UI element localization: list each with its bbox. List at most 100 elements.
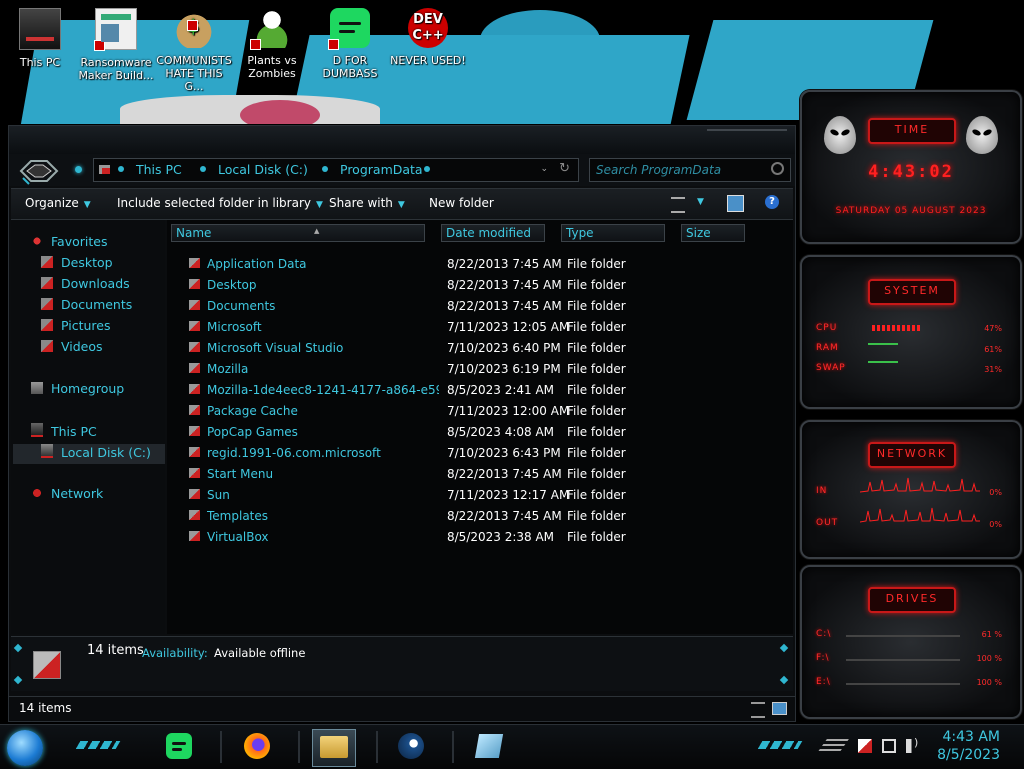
sidebar-item-pictures[interactable]: Pictures — [41, 318, 111, 333]
sidebar-item-label: Desktop — [61, 255, 113, 270]
table-row[interactable]: Mozilla-1de4eec8-1241-4177-a864-e594e8d.… — [167, 379, 727, 400]
table-row[interactable]: Microsoft 7/11/2023 12:05 AM File folder — [167, 316, 727, 337]
gadget-clock: 4:43:02 — [868, 162, 954, 182]
table-row[interactable]: Application Data 8/22/2013 7:45 AM File fo… — [167, 253, 727, 274]
file-type: File folder — [567, 488, 626, 502]
folder-icon — [189, 279, 200, 289]
search-icon[interactable] — [771, 162, 784, 175]
taskbar-app-file-explorer[interactable] — [312, 729, 356, 767]
taskbar-separator — [376, 731, 378, 763]
column-header-name[interactable]: Name ▲ — [171, 224, 425, 242]
file-name: Desktop — [207, 278, 257, 292]
table-row[interactable]: VirtualBox 8/5/2023 2:38 AM File folder — [167, 526, 727, 547]
table-row[interactable]: Desktop 8/22/2013 7:45 AM File folder — [167, 274, 727, 295]
breadcrumb-this-pc[interactable]: This PC — [136, 162, 182, 177]
taskbar-clock-time[interactable]: 4:43 AM — [942, 729, 1000, 745]
table-row[interactable]: Package Cache 7/11/2023 12:00 AM File fold… — [167, 400, 727, 421]
desktop-icon-communists-game[interactable]: $ COMMUNISTS HATE THIS G... — [156, 8, 232, 93]
include-in-library-button[interactable]: Include selected folder in library ▼ — [117, 196, 323, 210]
sidebar-item-network[interactable]: Network — [31, 486, 103, 501]
file-type: File folder — [567, 341, 626, 355]
sidebar-item-this-pc[interactable]: This PC — [31, 423, 97, 439]
column-header-size[interactable]: Size — [681, 224, 745, 242]
table-row[interactable]: Documents 8/22/2013 7:45 AM File folder — [167, 295, 727, 316]
view-options-icon[interactable] — [671, 197, 685, 213]
sidebar-item-label: Documents — [61, 297, 133, 312]
drive-f-bar — [846, 659, 960, 661]
sidebar-item-desktop[interactable]: Desktop — [41, 255, 113, 270]
breadcrumb-programdata[interactable]: ProgramData — [340, 162, 423, 177]
network-in-label: IN — [816, 486, 828, 496]
plant-icon — [250, 8, 292, 50]
desktop-icon-never-used[interactable]: DEV C++ NEVER USED! — [390, 8, 466, 67]
sidebar-item-local-disk[interactable]: Local Disk (C:) — [41, 444, 151, 460]
shortcut-arrow-icon — [328, 39, 339, 50]
desktop-icon-plants-vs-zombies[interactable]: Plants vs Zombies — [234, 8, 310, 80]
table-row[interactable]: Microsoft Visual Studio 7/10/2023 6:40 PM… — [167, 337, 727, 358]
desktop-icon-d-for-dumbass[interactable]: D FOR DUMBASS — [312, 8, 388, 80]
chevron-down-icon[interactable]: ▼ — [697, 197, 704, 207]
drive-f-label: F:\ — [816, 653, 830, 663]
time-gadget[interactable]: TIME 4:43:02 SATURDAY 05 AUGUST 2023 — [800, 90, 1022, 244]
taskbar-app-steam[interactable] — [390, 729, 432, 765]
sidebar-item-downloads[interactable]: Downloads — [41, 276, 130, 291]
help-icon[interactable]: ? — [765, 195, 779, 209]
sidebar-item-videos[interactable]: Videos — [41, 339, 103, 354]
table-row[interactable]: Templates 8/22/2013 7:45 AM File folder — [167, 505, 727, 526]
breadcrumb-separator[interactable] — [200, 166, 206, 172]
breadcrumb-separator[interactable] — [322, 166, 328, 172]
sidebar-item-homegroup[interactable]: Homegroup — [31, 381, 124, 396]
taskbar-app-notepad[interactable] — [468, 729, 510, 765]
table-row[interactable]: PopCap Games 8/5/2023 4:08 AM File folder — [167, 421, 727, 442]
gadget-title: SYSTEM — [868, 279, 956, 305]
action-center-flag-icon[interactable] — [858, 739, 872, 753]
gadget-title: TIME — [868, 118, 956, 144]
large-icons-view-icon[interactable] — [772, 702, 787, 715]
file-date: 7/11/2023 12:00 AM — [447, 404, 570, 418]
window-titlebar[interactable] — [9, 126, 795, 154]
share-with-button[interactable]: Share with ▼ — [329, 196, 405, 210]
sidebar-item-documents[interactable]: Documents — [41, 297, 132, 312]
desktop-icon-this-pc[interactable]: This PC — [2, 8, 78, 69]
chevron-down-icon[interactable]: ⌄ — [540, 164, 548, 174]
table-row[interactable]: Mozilla 7/10/2023 6:19 PM File folder — [167, 358, 727, 379]
network-out-value: 0% — [989, 520, 1002, 529]
drives-gadget[interactable]: DRIVES C:\ 61 % F:\ 100 % E:\ 100 % — [800, 565, 1022, 719]
file-date: 8/5/2023 2:38 AM — [447, 530, 555, 544]
network-tray-icon[interactable] — [882, 739, 896, 753]
refresh-icon[interactable]: ↻ — [559, 161, 570, 176]
organize-button[interactable]: Organize ▼ — [25, 196, 91, 210]
table-row[interactable]: Sun 7/11/2023 12:17 AM File folder — [167, 484, 727, 505]
table-row[interactable]: regid.1991-06.com.microsoft 7/10/2023 6:4… — [167, 442, 727, 463]
sidebar-item-favorites[interactable]: Favorites — [31, 234, 107, 249]
network-gadget[interactable]: NETWORK IN 0% OUT 0% — [800, 420, 1022, 559]
volume-icon[interactable] — [906, 736, 920, 753]
search-input[interactable] — [594, 161, 768, 179]
preview-pane-icon[interactable] — [727, 195, 744, 212]
system-gadget[interactable]: SYSTEM CPU 47% RAM 61% SWAP 31% — [800, 255, 1022, 409]
desktop-icon-ransomware-maker[interactable]: Ransomware Maker Build... — [78, 8, 154, 82]
address-bar[interactable]: This PC Local Disk (C:) ProgramData ⌄ ↻ — [93, 158, 579, 182]
taskbar-clock-date[interactable]: 8/5/2023 — [937, 747, 1000, 763]
table-row[interactable]: Start Menu 8/22/2013 7:45 AM File folder — [167, 463, 727, 484]
breadcrumb-local-disk[interactable]: Local Disk (C:) — [218, 162, 308, 177]
breadcrumb-separator[interactable] — [424, 166, 430, 172]
network-icon — [31, 487, 43, 499]
column-header-label: Size — [686, 226, 711, 240]
column-header-date-modified[interactable]: Date modified — [441, 224, 545, 242]
start-button[interactable] — [7, 730, 43, 766]
new-folder-button[interactable]: New folder — [429, 196, 494, 210]
sidebar-item-label: Homegroup — [51, 381, 125, 396]
search-box[interactable] — [589, 158, 791, 182]
show-hidden-icons-button[interactable] — [817, 739, 849, 753]
taskbar-app-firefox[interactable] — [236, 729, 278, 765]
back-button[interactable] — [75, 166, 82, 173]
column-header-type[interactable]: Type — [561, 224, 665, 242]
details-view-icon[interactable] — [751, 702, 765, 718]
breadcrumb-separator — [118, 166, 124, 172]
folder-icon — [189, 405, 200, 415]
file-type: File folder — [567, 320, 626, 334]
taskbar-app-spotify[interactable] — [158, 729, 200, 765]
command-bar: Organize ▼ Include selected folder in lib… — [11, 188, 793, 220]
cpu-value: 47% — [984, 324, 1002, 333]
